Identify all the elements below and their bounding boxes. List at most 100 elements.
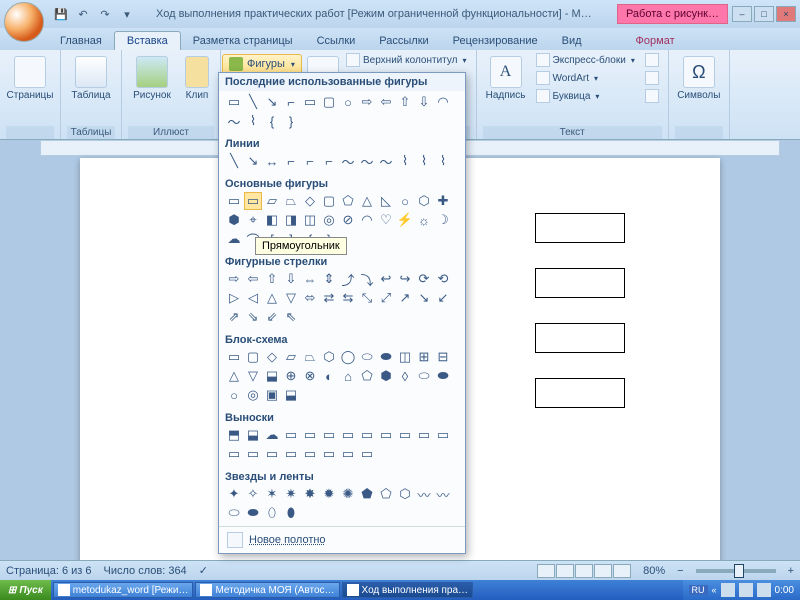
fc20[interactable]: ⬠	[358, 367, 376, 385]
shape-rectangle-selected[interactable]: ▭	[244, 192, 262, 210]
tab-insert[interactable]: Вставка	[114, 31, 181, 50]
st13[interactable]: ⬭	[225, 504, 243, 522]
tray-icon-1[interactable]	[721, 583, 735, 597]
wordart-button[interactable]: WordArt	[533, 70, 638, 86]
st3[interactable]: ✶	[263, 485, 281, 503]
co7[interactable]: ▭	[339, 426, 357, 444]
drawn-rectangle-4[interactable]	[535, 378, 625, 408]
shape-folded[interactable]: ◨	[282, 211, 300, 229]
st7[interactable]: ✺	[339, 485, 357, 503]
drawn-rectangle-1[interactable]	[535, 213, 625, 243]
shape-can[interactable]: ⌖	[244, 211, 262, 229]
sa3[interactable]: ⇧	[263, 270, 281, 288]
shape-arrow-d[interactable]: ⇩	[415, 93, 433, 111]
co12[interactable]: ▭	[434, 426, 452, 444]
drawn-rectangle-3[interactable]	[535, 323, 625, 353]
taskbar-item-3[interactable]: Ход выполнения пра…	[342, 582, 474, 598]
taskbar-item-2[interactable]: Методичка МОЯ (Автос…	[195, 582, 339, 598]
signature-button[interactable]	[642, 52, 662, 68]
fc10[interactable]: ◫	[396, 348, 414, 366]
sa4[interactable]: ⇩	[282, 270, 300, 288]
co10[interactable]: ▭	[396, 426, 414, 444]
sa10[interactable]: ↪	[396, 270, 414, 288]
sa8[interactable]: ⤵	[358, 270, 376, 288]
st1[interactable]: ✦	[225, 485, 243, 503]
sa12[interactable]: ⟲	[434, 270, 452, 288]
qat-customize-icon[interactable]: ▾	[118, 5, 136, 23]
shape-hexagon[interactable]: ⬡	[415, 192, 433, 210]
sa23[interactable]: ↘	[415, 289, 433, 307]
co19[interactable]: ▭	[339, 445, 357, 463]
zoom-out-button[interactable]: −	[677, 565, 683, 577]
gallery-new-canvas[interactable]: Новое полотно	[219, 526, 465, 553]
fc6[interactable]: ⬡	[320, 348, 338, 366]
shape-no[interactable]: ⊘	[339, 211, 357, 229]
clip-button[interactable]: Клип	[180, 52, 214, 101]
status-page[interactable]: Страница: 6 из 6	[6, 565, 92, 577]
tray-icon-3[interactable]	[757, 583, 771, 597]
sa17[interactable]: ⬄	[301, 289, 319, 307]
sa14[interactable]: ◁	[244, 289, 262, 307]
textbox-button[interactable]: AНадпись	[483, 52, 529, 101]
shape-heart[interactable]: ♡	[377, 211, 395, 229]
fc2[interactable]: ▢	[244, 348, 262, 366]
shape-brace-l[interactable]: {	[263, 112, 281, 130]
shape-textbox2[interactable]: ▭	[225, 192, 243, 210]
shape-elbow3[interactable]: ⌐	[320, 152, 338, 170]
sa15[interactable]: △	[263, 289, 281, 307]
zoom-level[interactable]: 80%	[643, 565, 665, 577]
co13[interactable]: ▭	[225, 445, 243, 463]
fc4[interactable]: ▱	[282, 348, 300, 366]
sa9[interactable]: ↩	[377, 270, 395, 288]
tab-format[interactable]: Формат	[624, 32, 687, 50]
fc19[interactable]: ⌂	[339, 367, 357, 385]
contextual-tab-picture-tools[interactable]: Работа с рисунк…	[617, 4, 728, 24]
sa13[interactable]: ▷	[225, 289, 243, 307]
fc18[interactable]: ◐	[320, 367, 338, 385]
shape-cube[interactable]: ⬢	[225, 211, 243, 229]
tab-references[interactable]: Ссылки	[305, 32, 368, 50]
shape-dblarrow[interactable]: ↔	[263, 152, 281, 170]
sa26[interactable]: ⇘	[244, 308, 262, 326]
clock[interactable]: 0:00	[775, 585, 794, 596]
fc13[interactable]: △	[225, 367, 243, 385]
tab-view[interactable]: Вид	[550, 32, 594, 50]
sa2[interactable]: ⇦	[244, 270, 262, 288]
fc27[interactable]: ▣	[263, 386, 281, 404]
shape-bevel[interactable]: ◧	[263, 211, 281, 229]
st14[interactable]: ⬬	[244, 504, 262, 522]
view-full-screen[interactable]	[556, 564, 574, 578]
fc23[interactable]: ⬭	[415, 367, 433, 385]
fc24[interactable]: ⬬	[434, 367, 452, 385]
shape-roundrect2[interactable]: ▢	[320, 192, 338, 210]
co1[interactable]: ⬒	[225, 426, 243, 444]
tray-icon-2[interactable]	[739, 583, 753, 597]
fc3[interactable]: ◇	[263, 348, 281, 366]
st5[interactable]: ✸	[301, 485, 319, 503]
shape-curve2[interactable]: 〜	[358, 152, 376, 170]
shape-elbow[interactable]: ⌐	[282, 152, 300, 170]
co20[interactable]: ▭	[358, 445, 376, 463]
shape-cloud[interactable]: ◠	[434, 93, 452, 111]
co14[interactable]: ▭	[244, 445, 262, 463]
st12[interactable]: 〰	[434, 485, 452, 503]
sa16[interactable]: ▽	[282, 289, 300, 307]
dropcap-button[interactable]: Буквица	[533, 88, 638, 104]
shapes-button[interactable]: Фигуры	[222, 54, 302, 74]
sa24[interactable]: ↙	[434, 289, 452, 307]
fc12[interactable]: ⊟	[434, 348, 452, 366]
shape-scribble[interactable]: ⌇	[396, 152, 414, 170]
shape-scribble2[interactable]: ⌇	[434, 152, 452, 170]
shape-connector[interactable]: ⌐	[282, 93, 300, 111]
office-button[interactable]	[4, 2, 44, 42]
shape-cloud2[interactable]: ☁	[225, 230, 243, 248]
shape-elbow2[interactable]: ⌐	[301, 152, 319, 170]
st4[interactable]: ✷	[282, 485, 300, 503]
shape-oval2[interactable]: ○	[396, 192, 414, 210]
status-words[interactable]: Число слов: 364	[104, 565, 187, 577]
fc22[interactable]: ◊	[396, 367, 414, 385]
sa22[interactable]: ↗	[396, 289, 414, 307]
shape-parallelogram[interactable]: ▱	[263, 192, 281, 210]
tab-mailings[interactable]: Рассылки	[367, 32, 440, 50]
sa5[interactable]: ⇔	[301, 270, 319, 288]
